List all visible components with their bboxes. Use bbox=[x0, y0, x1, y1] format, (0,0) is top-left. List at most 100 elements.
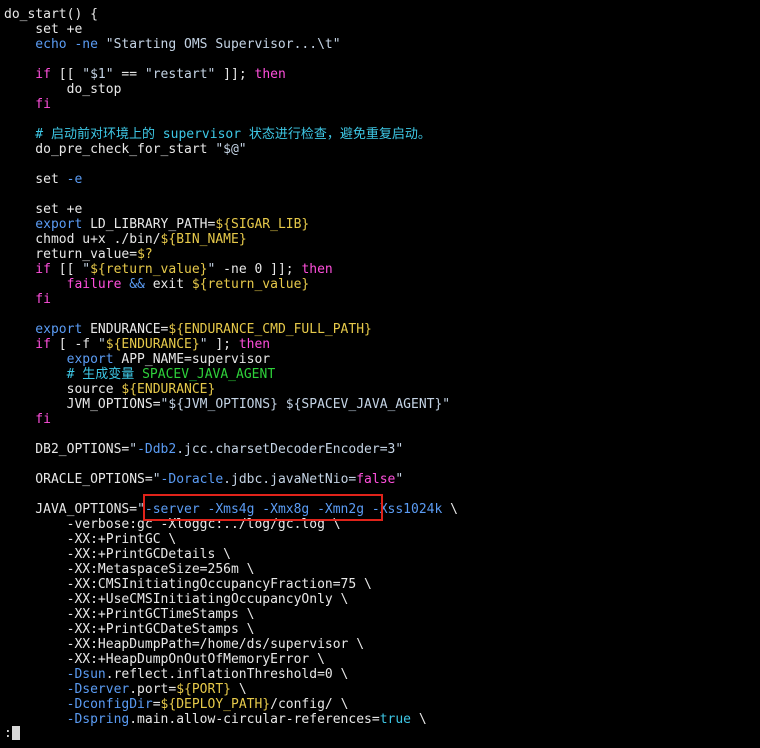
code-token: -ne 0 ]]; bbox=[215, 262, 302, 277]
code-token: /config/ \ bbox=[270, 697, 349, 712]
code-token: -XX:HeapDumpPath=/home/ds/supervisor \ bbox=[4, 637, 365, 652]
code-line: JVM_OPTIONS="${JVM_OPTIONS} ${SPACEV_JAV… bbox=[4, 397, 760, 412]
code-line: do_start() { bbox=[4, 7, 760, 22]
code-line: set +e bbox=[4, 22, 760, 37]
code-line: -XX:MetaspaceSize=256m \ bbox=[4, 562, 760, 577]
code-token: SPACEV_JAVA_AGENT bbox=[142, 367, 276, 382]
code-token: export bbox=[4, 352, 114, 367]
code-token: ${ENDURANCE} bbox=[105, 337, 200, 352]
code-token: [[ bbox=[50, 67, 83, 82]
code-line: set +e bbox=[4, 202, 760, 217]
code-token: DB2_OPTIONS= bbox=[4, 442, 130, 457]
code-token: ${PORT} bbox=[176, 682, 231, 697]
code-line: return_value=$? bbox=[4, 247, 760, 262]
code-line: -Dspring.main.allow-circular-references=… bbox=[4, 712, 760, 727]
code-line: -XX:HeapDumpPath=/home/ds/supervisor \ bbox=[4, 637, 760, 652]
code-token: .reflect.inflationThreshold=0 \ bbox=[105, 667, 349, 682]
code-line: -DconfigDir=${DEPLOY_PATH}/config/ \ bbox=[4, 697, 760, 712]
code-token: .main.allow-circular-references= bbox=[129, 712, 380, 727]
code-token: chmod u+x ./bin/ bbox=[4, 232, 161, 247]
code-line: if [[ "$1" == "restart" ]]; then bbox=[4, 67, 760, 82]
code-token: -XX:+UseCMSInitiatingOccupancyOnly \ bbox=[4, 592, 349, 607]
code-token: false bbox=[356, 472, 396, 487]
code-token: then bbox=[254, 67, 286, 82]
code-token: ${BIN_NAME} bbox=[160, 232, 247, 247]
code-token: JAVA_OPTIONS= bbox=[4, 502, 138, 517]
code-token: fi bbox=[4, 412, 51, 427]
code-token: " bbox=[152, 472, 161, 487]
code-token: " bbox=[82, 262, 91, 277]
code-token: echo -ne bbox=[4, 37, 106, 52]
code-token: if bbox=[4, 67, 51, 82]
code-token: " bbox=[97, 337, 106, 352]
code-token: ${ENDURANCE_CMD_FULL_PATH} bbox=[168, 322, 372, 337]
code-token: -DconfigDir bbox=[4, 697, 153, 712]
terminal-output: do_start() { set +e echo -ne "Starting O… bbox=[4, 7, 760, 748]
code-token: -XX:+HeapDumpOnOutOfMemoryError \ bbox=[4, 652, 325, 667]
code-token: APP_NAME=supervisor bbox=[113, 352, 271, 367]
code-token: set +e bbox=[4, 22, 83, 37]
code-token: do_pre_check_for_start bbox=[4, 142, 216, 157]
code-token: ]]; bbox=[215, 67, 255, 82]
code-line: chmod u+x ./bin/${BIN_NAME} bbox=[4, 232, 760, 247]
code-token: # 生成变量 bbox=[4, 367, 143, 382]
code-token: "$1" bbox=[82, 67, 114, 82]
code-token: # 启动前对环境上的 supervisor 状态进行检查，避免重复启动。 bbox=[4, 127, 431, 142]
code-token: " bbox=[395, 472, 404, 487]
code-line: set -e bbox=[4, 172, 760, 187]
code-line: echo -ne "Starting OMS Supervisor...\t" bbox=[4, 37, 760, 52]
code-token: \ bbox=[411, 712, 427, 727]
code-token: -XX:+PrintGCDetails \ bbox=[4, 547, 231, 562]
code-token: "restart" bbox=[144, 67, 216, 82]
code-token: $? bbox=[137, 247, 153, 262]
code-line: fi bbox=[4, 412, 760, 427]
code-token: ${ENDURANCE} bbox=[121, 382, 216, 397]
code-line: ORACLE_OPTIONS="-Doracle.jdbc.javaNetNio… bbox=[4, 472, 760, 487]
code-token: set +e bbox=[4, 202, 83, 217]
code-token: .port= bbox=[129, 682, 177, 697]
code-token: export bbox=[4, 217, 83, 232]
code-line: # 生成变量 SPACEV_JAVA_AGENT bbox=[4, 367, 760, 382]
prompt-text: : bbox=[4, 726, 12, 741]
code-line: -XX:+PrintGCTimeStamps \ bbox=[4, 607, 760, 622]
code-token: ${DEPLOY_PATH} bbox=[160, 697, 271, 712]
text-cursor bbox=[11, 726, 20, 740]
code-line: if [ -f "${ENDURANCE}" ]; then bbox=[4, 337, 760, 352]
code-token: "${JVM_OPTIONS} ${SPACEV_JAVA_AGENT}" bbox=[160, 397, 451, 412]
code-line: do_pre_check_for_start "$@" bbox=[4, 142, 760, 157]
code-token: "Starting OMS Supervisor...\t" bbox=[105, 37, 341, 52]
code-token: export bbox=[4, 322, 83, 337]
code-token: true bbox=[379, 712, 411, 727]
code-token: source bbox=[4, 382, 122, 397]
code-token: ]; bbox=[207, 337, 239, 352]
code-line: -XX:+UseCMSInitiatingOccupancyOnly \ bbox=[4, 592, 760, 607]
code-token: LD_LIBRARY_PATH= bbox=[82, 217, 216, 232]
code-token: if bbox=[4, 262, 51, 277]
code-line: -XX:+PrintGCDateStamps \ bbox=[4, 622, 760, 637]
code-token: fi bbox=[4, 97, 51, 112]
code-token: ENDURANCE= bbox=[82, 322, 169, 337]
code-line: export LD_LIBRARY_PATH=${SIGAR_LIB} bbox=[4, 217, 760, 232]
code-line: failure && exit ${return_value} bbox=[4, 277, 760, 292]
code-token: == bbox=[113, 67, 145, 82]
code-line: if [[ "${return_value}" -ne 0 ]]; then bbox=[4, 262, 760, 277]
code-line: fi bbox=[4, 97, 760, 112]
code-line: -XX:+PrintGC \ bbox=[4, 532, 760, 547]
code-token: then bbox=[301, 262, 333, 277]
code-token: ${return_value} bbox=[90, 262, 208, 277]
code-token: \ bbox=[442, 502, 458, 517]
code-token: -Dspring bbox=[4, 712, 130, 727]
code-token: then bbox=[238, 337, 271, 352]
code-token: .jdbc.javaNetNio= bbox=[223, 472, 357, 487]
code-token: -XX:+PrintGCDateStamps \ bbox=[4, 622, 255, 637]
code-token: -XX:MetaspaceSize=256m \ bbox=[4, 562, 255, 577]
code-line: -XX:CMSInitiatingOccupancyFraction=75 \ bbox=[4, 577, 760, 592]
code-line: DB2_OPTIONS="-Ddb2.jcc.charsetDecoderEnc… bbox=[4, 442, 760, 457]
pager-prompt[interactable]: : bbox=[4, 726, 20, 741]
